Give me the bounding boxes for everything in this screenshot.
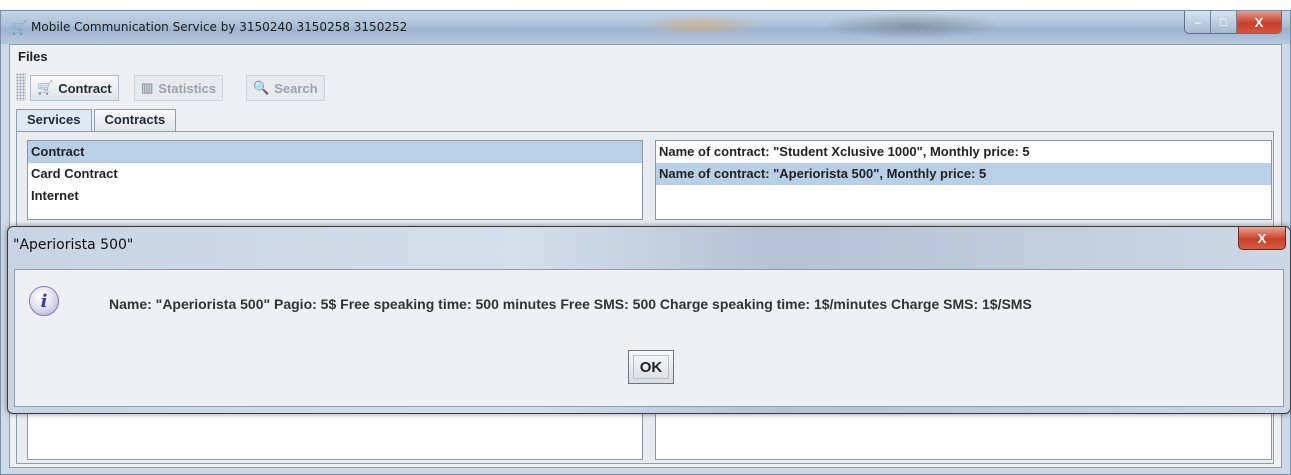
list-item[interactable]: Name of contract: "Aperiorista 500", Mon… bbox=[656, 163, 1271, 185]
toolbar-grip[interactable] bbox=[16, 73, 26, 101]
minimize-button[interactable]: – bbox=[1185, 11, 1211, 33]
dialog-body: i Name: "Aperiorista 500" Pagio: 5$ Free… bbox=[14, 269, 1284, 407]
cart-icon: 🛒 bbox=[11, 20, 28, 35]
search-icon: 🔍 bbox=[253, 80, 270, 95]
toolbar: 🛒 Contract ▥ Statistics 🔍 Search bbox=[10, 69, 1281, 105]
titlebar-background-blur bbox=[821, 13, 1001, 39]
list-item[interactable]: Name of contract: "Student Xclusive 1000… bbox=[656, 141, 1271, 163]
search-button[interactable]: 🔍 Search bbox=[246, 75, 325, 101]
tab-contracts[interactable]: Contracts bbox=[93, 109, 177, 131]
contract-button-label: Contract bbox=[58, 80, 112, 96]
window-controls: – □ X bbox=[1184, 11, 1282, 34]
info-dialog: "Aperiorista 500" X i Name: "Aperiorista… bbox=[7, 226, 1291, 414]
maximize-button[interactable]: □ bbox=[1211, 11, 1237, 33]
contracts-list[interactable]: Name of contract: "Student Xclusive 1000… bbox=[655, 140, 1272, 220]
menu-files[interactable]: Files bbox=[18, 49, 48, 64]
tab-services[interactable]: Services bbox=[16, 109, 92, 131]
list-item[interactable]: Card Contract bbox=[28, 163, 642, 185]
tab-bar: Services Contracts bbox=[16, 109, 178, 131]
dialog-title: "Aperiorista 500" bbox=[13, 237, 134, 253]
menu-bar: Files bbox=[10, 45, 1281, 69]
dialog-close-button[interactable]: X bbox=[1238, 227, 1286, 250]
window-title: Mobile Communication Service by 3150240 … bbox=[31, 20, 408, 34]
list-item[interactable]: Contract bbox=[28, 141, 642, 163]
cart-icon: 🛒 bbox=[37, 80, 54, 95]
contracts-detail-list[interactable] bbox=[655, 408, 1272, 460]
titlebar-background-blur bbox=[641, 15, 761, 35]
info-icon: i bbox=[29, 286, 59, 316]
services-detail-list[interactable] bbox=[27, 408, 643, 460]
ok-button[interactable]: OK bbox=[628, 350, 674, 384]
title-bar[interactable]: 🛒 Mobile Communication Service by 315024… bbox=[1, 11, 1290, 44]
search-button-label: Search bbox=[274, 80, 318, 96]
close-button[interactable]: X bbox=[1237, 11, 1281, 33]
dialog-message: Name: "Aperiorista 500" Pagio: 5$ Free s… bbox=[109, 296, 1032, 312]
contract-button[interactable]: 🛒 Contract bbox=[30, 75, 119, 101]
services-list[interactable]: Contract Card Contract Internet bbox=[27, 140, 643, 220]
list-item[interactable]: Internet bbox=[28, 185, 642, 207]
statistics-button[interactable]: ▥ Statistics bbox=[134, 75, 224, 101]
chart-icon: ▥ bbox=[141, 80, 154, 95]
statistics-button-label: Statistics bbox=[158, 80, 217, 96]
